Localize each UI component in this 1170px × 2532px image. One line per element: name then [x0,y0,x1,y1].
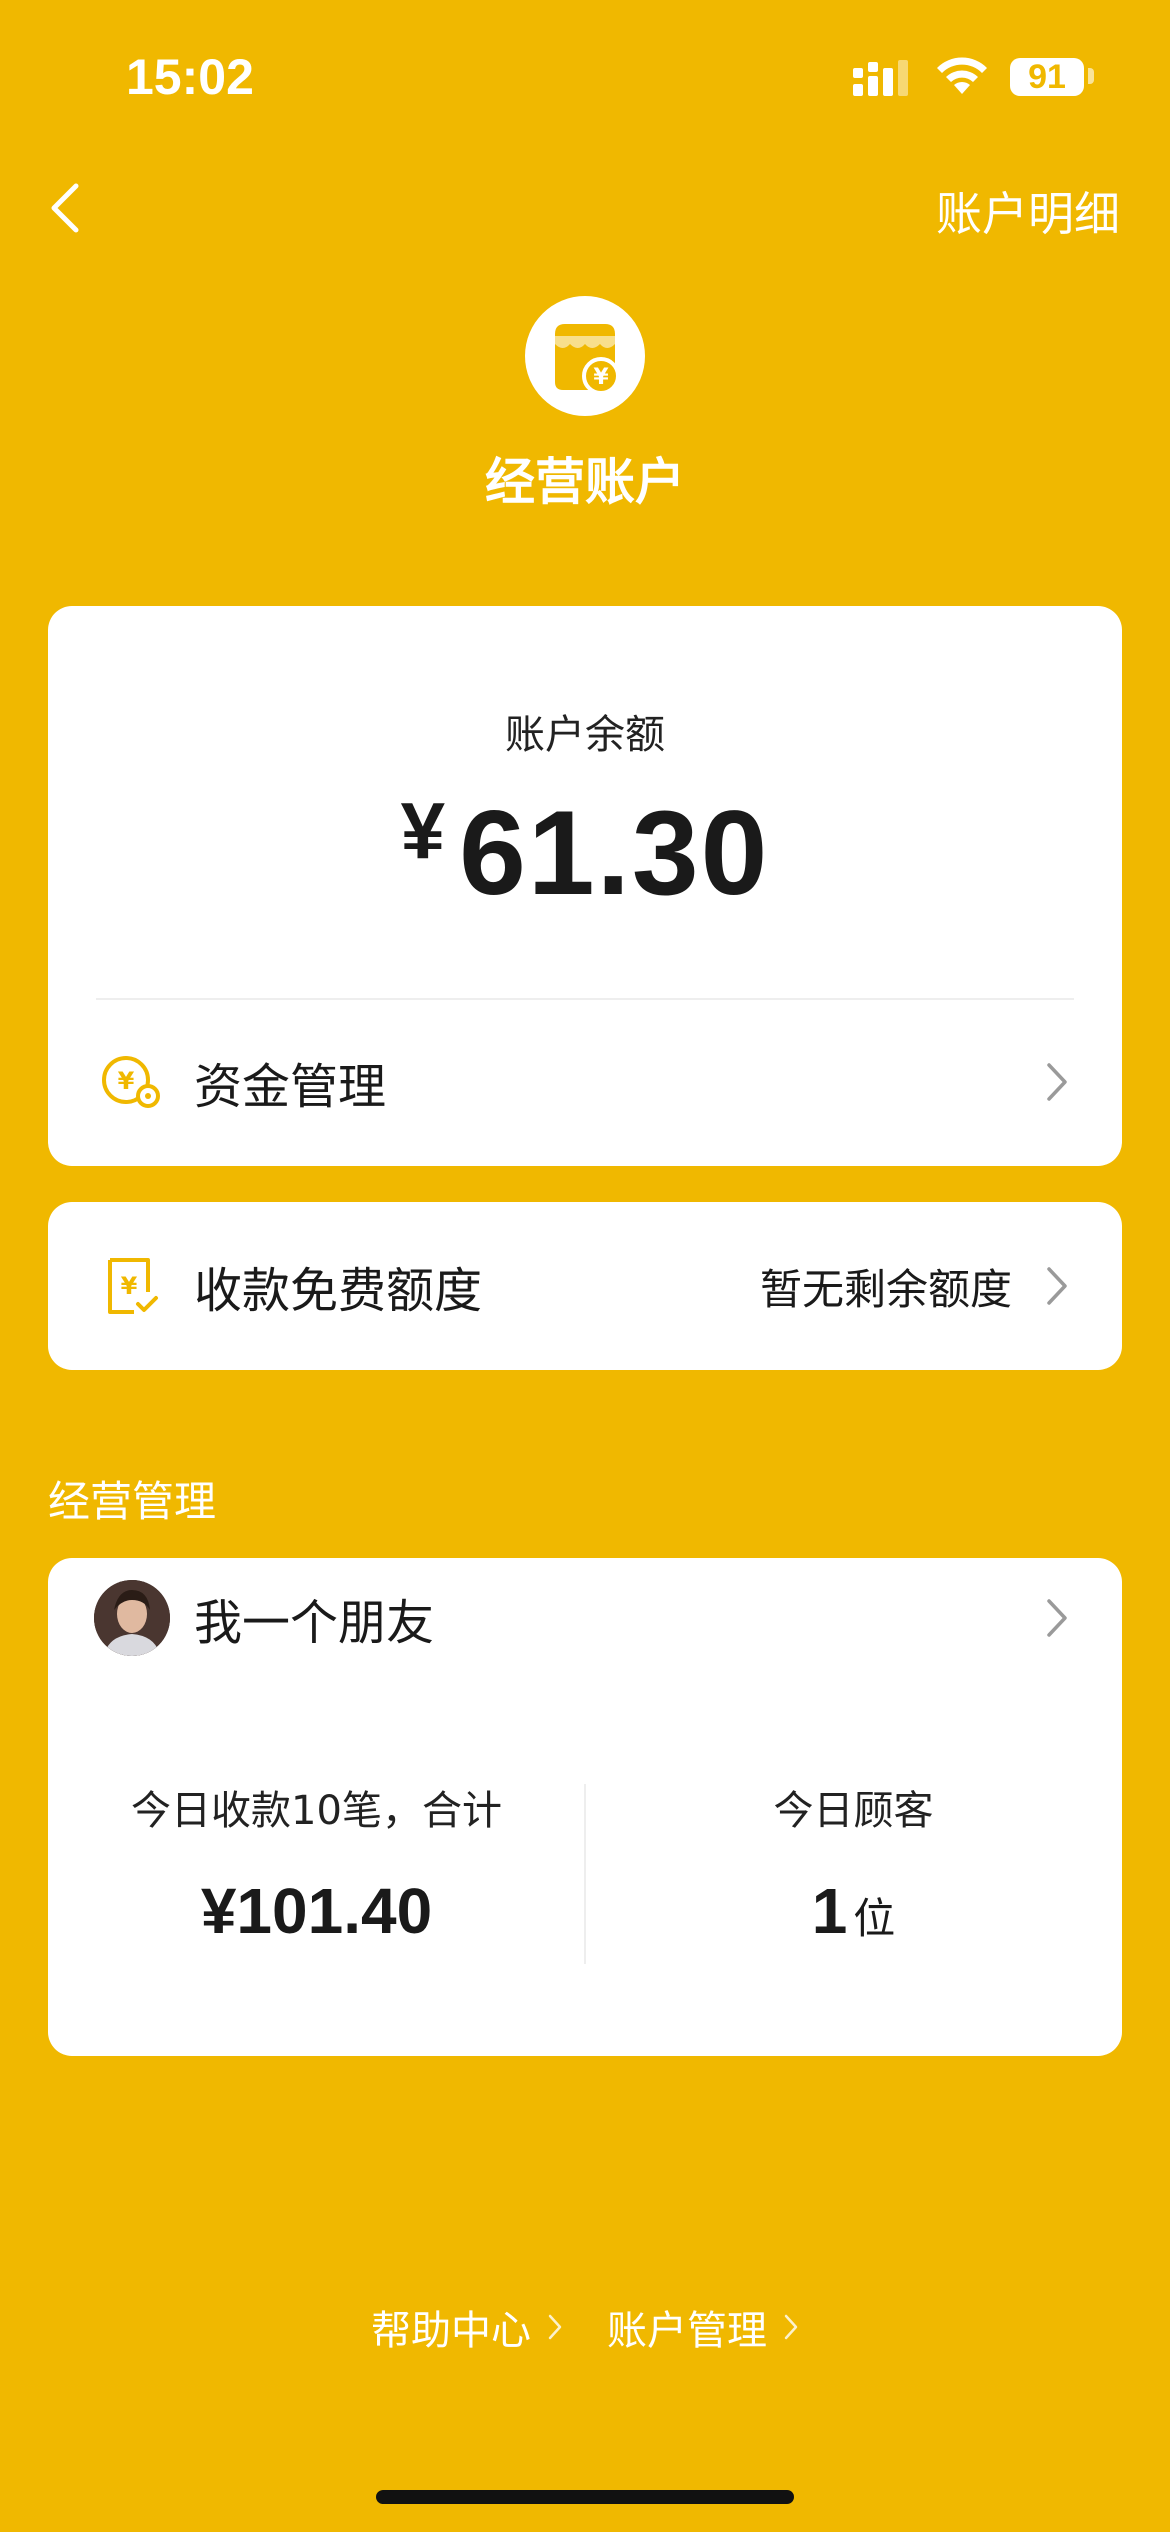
free-quota-label: 收款免费额度 [194,1263,483,1319]
account-detail-link[interactable]: 账户明细 [936,178,1120,244]
today-customers-unit: 位 [853,1894,896,1943]
free-quota-row[interactable]: ¥ 收款免费额度 暂无剩余额度 [48,1226,1122,1346]
chevron-right-icon [548,2314,562,2340]
fund-management-row[interactable]: ¥ 资金管理 [48,1022,1122,1142]
account-management-link[interactable]: 账户管理 [607,2298,799,2356]
today-customers-label: 今日顾客 [773,1788,934,1834]
back-arrow-icon[interactable] [44,178,88,238]
svg-text:¥: ¥ [118,1067,135,1095]
help-center-link[interactable]: 帮助中心 [371,2298,563,2356]
status-bar: 15:02 91 [0,0,1170,150]
status-time: 15:02 [126,49,254,105]
today-income-value: ¥101.40 [200,1875,433,1947]
home-indicator[interactable] [376,2490,794,2504]
svg-text:¥: ¥ [121,1272,138,1300]
fund-management-label: 资金管理 [194,1059,387,1115]
chevron-right-icon [784,2314,798,2340]
shop-row[interactable]: 我一个朋友 [48,1558,1122,1678]
cellular-signal-icon [853,60,908,96]
battery-nub [1088,68,1094,84]
section-title-business: 经营管理 [48,1477,217,1526]
fund-management-icon: ¥ [102,1056,160,1108]
shop-icon: ¥ [555,324,620,395]
balance-value: 61.30 [459,786,770,920]
page-title: 经营账户 [485,453,685,511]
avatar-photo-icon [94,1580,170,1656]
business-card: 我一个朋友 今日收款10笔，合计 ¥101.40 今日顾客 1位 [48,1558,1122,2056]
today-income-stat[interactable]: 今日收款10笔，合计 ¥101.40 [48,1778,585,1948]
balance-card: 账户余额 ¥61.30 ¥ 资金管理 [48,606,1122,1166]
free-quota-value: 暂无剩余额度 [759,1264,1012,1314]
receipt-check-icon: ¥ [108,1258,158,1314]
svg-text:¥: ¥ [593,365,609,390]
shop-name: 我一个朋友 [194,1595,435,1651]
today-customers-value: 1 [811,1875,848,1947]
balance-currency: ¥ [400,786,446,875]
balance-divider [96,998,1074,1000]
wifi-icon [937,57,987,94]
battery-icon: 91 [1010,58,1084,96]
chevron-right-icon [1047,1063,1067,1101]
chevron-right-icon [1047,1267,1067,1305]
avatar [94,1580,170,1656]
balance-amount: ¥61.30 [48,784,1122,922]
chevron-right-icon [1047,1599,1067,1637]
balance-label: 账户余额 [505,712,665,758]
free-quota-card[interactable]: ¥ 收款免费额度 暂无剩余额度 [48,1202,1122,1370]
today-customers-stat[interactable]: 今日顾客 1位 [585,1778,1122,1948]
account-management-label: 账户管理 [607,2308,767,2354]
business-account-icon: ¥ [525,296,645,416]
help-center-label: 帮助中心 [371,2308,531,2354]
footer-links: 帮助中心 账户管理 [0,2298,1170,2356]
today-income-label: 今日收款10笔，合计 [131,1788,502,1834]
today-customers-value-wrap: 1位 [585,1874,1122,1948]
